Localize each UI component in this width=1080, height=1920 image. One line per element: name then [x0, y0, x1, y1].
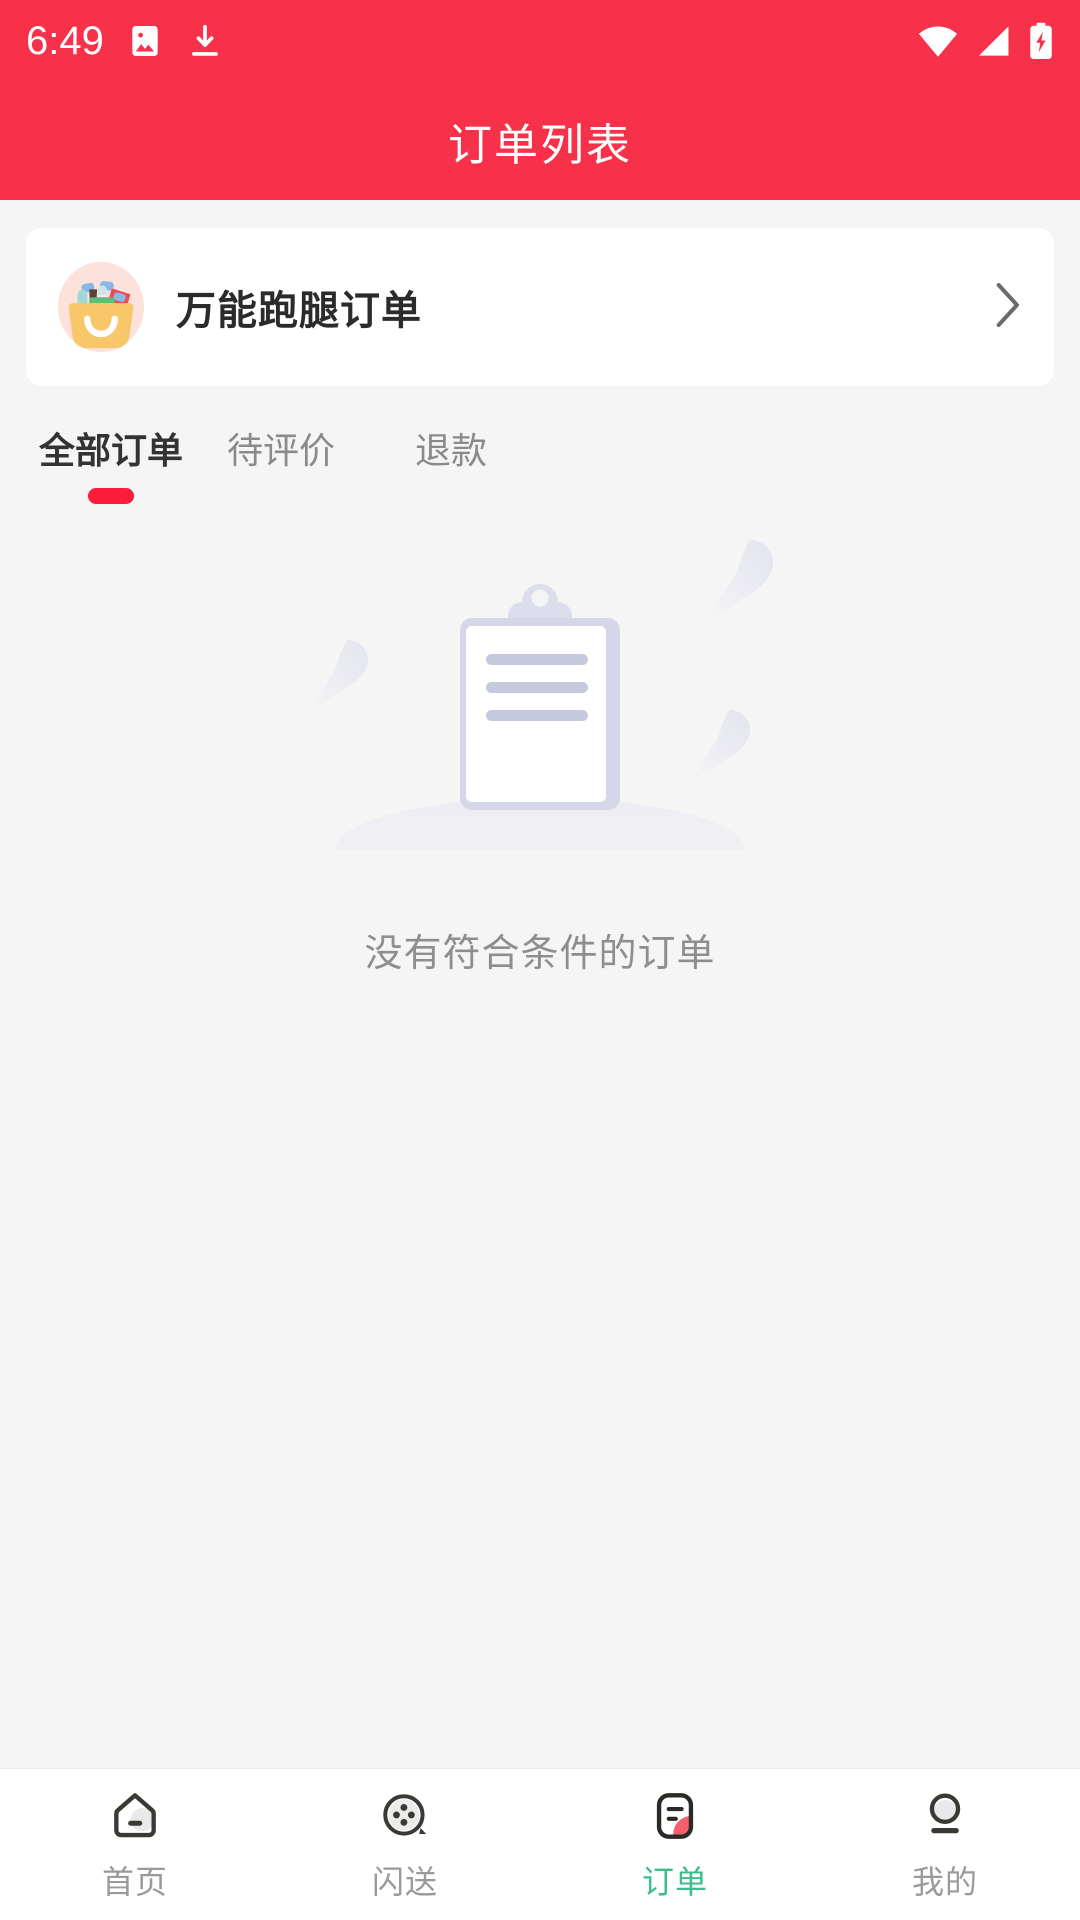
tab-active-indicator — [258, 488, 304, 504]
status-bar-left: 6:49 — [26, 21, 224, 61]
errand-order-entry[interactable]: 999 万能跑腿订单 — [26, 228, 1054, 386]
tab-all-orders[interactable]: 全部订单 — [26, 422, 196, 504]
tab-refund[interactable]: 退款 — [366, 422, 536, 504]
download-icon — [186, 22, 224, 60]
nav-label: 闪送 — [371, 1864, 438, 1900]
status-bar: 6:49 — [0, 0, 1080, 82]
tab-label: 退款 — [414, 430, 487, 471]
empty-state: 没有符合条件的订单 — [0, 520, 1080, 977]
status-time: 6:49 — [26, 19, 104, 63]
nav-label: 订单 — [641, 1864, 708, 1900]
empty-state-message: 没有符合条件的订单 — [364, 933, 716, 975]
clipboard-empty-icon — [280, 520, 800, 902]
bottom-navigation: 首页 闪送 订单 我的 — [0, 1768, 1080, 1920]
nav-label: 我的 — [911, 1864, 978, 1900]
nav-label: 首页 — [101, 1864, 168, 1900]
app-header: 订单列表 — [0, 82, 1080, 200]
order-list-icon — [646, 1787, 704, 1845]
chevron-right-icon[interactable] — [990, 280, 1024, 335]
nav-item-profile[interactable]: 我的 — [810, 1769, 1080, 1920]
order-filter-tabs: 全部订单 待评价 退款 — [0, 386, 1080, 506]
film-reel-icon — [376, 1787, 434, 1845]
entry-card-label: 万能跑腿订单 — [176, 289, 422, 333]
tab-active-indicator — [88, 488, 134, 504]
nav-item-orders[interactable]: 订单 — [540, 1769, 810, 1920]
entry-card-container: 999 万能跑腿订单 — [0, 200, 1080, 386]
home-icon — [106, 1787, 164, 1845]
tab-label: 全部订单 — [38, 430, 183, 471]
tab-label: 待评价 — [226, 430, 335, 471]
status-bar-right — [918, 22, 1054, 60]
tab-pending-review[interactable]: 待评价 — [196, 422, 366, 504]
nav-item-flash-delivery[interactable]: 闪送 — [270, 1769, 540, 1920]
battery-charging-icon — [1028, 22, 1054, 60]
app-screen: 6:49 订单列表 万能跑腿订单 全部订单 待评价 退款 没有符合条件的订单 首… — [0, 0, 1080, 1920]
cellular-signal-icon — [974, 24, 1012, 58]
page-title: 订单列表 — [448, 121, 632, 170]
person-icon — [916, 1787, 974, 1845]
tab-active-indicator — [428, 488, 474, 504]
nav-item-home[interactable]: 首页 — [0, 1769, 270, 1920]
wifi-icon — [918, 24, 958, 58]
image-icon — [126, 22, 164, 60]
shopping-bag-icon: 999 — [52, 258, 150, 356]
